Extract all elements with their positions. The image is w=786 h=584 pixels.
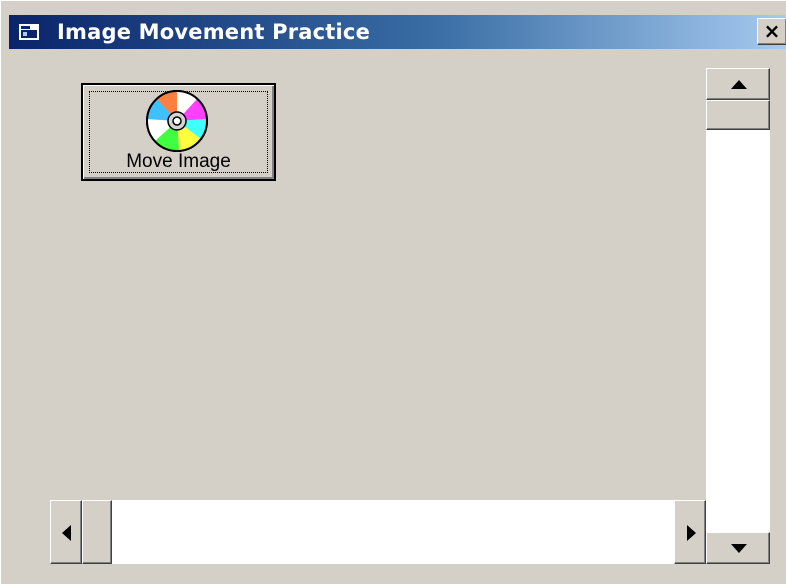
- horizontal-scroll-thumb[interactable]: [82, 500, 112, 564]
- scroll-down-button[interactable]: [706, 532, 770, 564]
- cd-disc-icon: [146, 90, 208, 152]
- window-title: Image Movement Practice: [57, 20, 371, 44]
- up-arrow-icon: [731, 80, 747, 89]
- scroll-up-button[interactable]: [706, 68, 770, 100]
- down-arrow-icon: [731, 544, 747, 553]
- vertical-scroll-thumb[interactable]: [706, 100, 770, 130]
- close-icon: ×: [763, 19, 781, 43]
- left-arrow-icon: [62, 525, 71, 541]
- vertical-scrollbar[interactable]: [706, 68, 770, 564]
- close-button[interactable]: ×: [757, 18, 786, 45]
- scroll-left-button[interactable]: [50, 500, 82, 564]
- scroll-right-button[interactable]: [674, 500, 706, 564]
- move-image-label: Move Image: [126, 151, 231, 172]
- app-window: Image Movement Practice × Move Image: [0, 0, 786, 584]
- move-image-button[interactable]: Move Image: [81, 83, 276, 181]
- app-icon: [19, 24, 39, 40]
- right-arrow-icon: [687, 525, 696, 541]
- horizontal-scrollbar[interactable]: [50, 500, 706, 564]
- title-bar[interactable]: Image Movement Practice ×: [9, 15, 786, 49]
